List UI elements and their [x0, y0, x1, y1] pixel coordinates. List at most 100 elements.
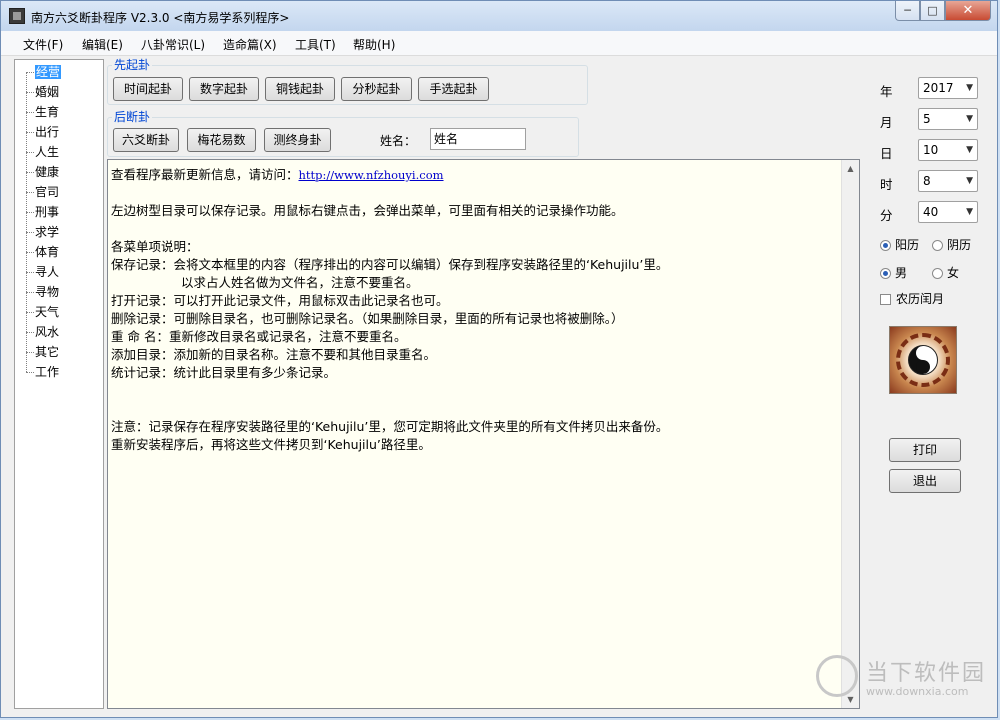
number-divination-button[interactable]: 数字起卦 [189, 77, 259, 101]
tree-item-label: 经营 [35, 65, 62, 79]
menu-bagua[interactable]: 八卦常识(L) [141, 36, 205, 53]
menu-edit[interactable]: 编辑(E) [82, 36, 123, 53]
month-label: 月 [880, 115, 893, 130]
tree-item-jiankang[interactable]: 健康 [26, 163, 59, 181]
tree-item-label: 寻人 [35, 265, 60, 279]
text-content: 查看程序最新更新信息，请访问：http://www.nfzhouyi.com 左… [111, 166, 836, 454]
watermark-url: www.downxia.com [866, 685, 969, 698]
tree-item-label: 刑事 [35, 205, 60, 219]
hour-select[interactable]: 8 ▼ [918, 170, 978, 192]
menu-tools[interactable]: 工具(T) [295, 36, 336, 53]
leap-month-label: 农历闰月 [896, 292, 945, 306]
minute-value: 40 [923, 205, 939, 219]
lunar-calendar-label: 阴历 [947, 238, 972, 252]
tree-item-xunwu[interactable]: 寻物 [26, 283, 59, 301]
text-line: 各菜单项说明： [111, 239, 199, 254]
tree-item-label: 出行 [35, 125, 60, 139]
text-line: 左边树型目录可以保存记录。用鼠标右键点击，会弹出菜单，可里面有相关的记录操作功能… [111, 203, 624, 218]
bagua-yinyang-icon [889, 326, 957, 394]
year-select[interactable]: 2017 ▼ [918, 77, 978, 99]
liuyao-interpret-button[interactable]: 六爻断卦 [113, 128, 179, 152]
tree-item-label: 求学 [35, 225, 60, 239]
tree-item-label: 婚姻 [35, 85, 60, 99]
main-window: 南方六爻断卦程序 V2.3.0 <南方易学系列程序> ─ □ ✕ 文件(F) 编… [0, 0, 998, 718]
text-line: 以求占人姓名做为文件名，注意不要重名。 [111, 274, 836, 292]
minute-label: 分 [880, 208, 893, 223]
chevron-down-icon: ▼ [966, 114, 973, 124]
tree-item-label: 健康 [35, 165, 60, 179]
text-line: 打开记录：可以打开此记录文件，用鼠标双击此记录名也可。 [111, 293, 449, 308]
text-line: 删除记录：可删除目录名，也可删除记录名。（如果删除目录，里面的所有记录也将被删除… [111, 311, 624, 326]
tree-item-rensheng[interactable]: 人生 [26, 143, 59, 161]
tree-item-qiuxue[interactable]: 求学 [26, 223, 59, 241]
text-line: 重 命 名：重新修改目录名或记录名，注意不要重名。 [111, 329, 407, 344]
menu-help[interactable]: 帮助(H) [353, 36, 395, 53]
manual-divination-button[interactable]: 手选起卦 [418, 77, 489, 101]
group-after-label: 后断卦 [112, 108, 153, 125]
close-button[interactable]: ✕ [945, 1, 991, 21]
indented-text: 以求占人姓名做为文件名，注意不要重名。 [181, 275, 419, 290]
menu-zaoming[interactable]: 造命篇(X) [223, 36, 277, 53]
tree-item-label: 天气 [35, 305, 60, 319]
tree-item-chuxing[interactable]: 出行 [26, 123, 59, 141]
tree-item-shengyu[interactable]: 生育 [26, 103, 59, 121]
tree-item-label: 寻物 [35, 285, 60, 299]
minute-second-divination-button[interactable]: 分秒起卦 [341, 77, 412, 101]
watermark-logo: 当下软件园 www.downxia.com [816, 653, 996, 713]
minute-select[interactable]: 40 ▼ [918, 201, 978, 223]
leap-month-checkbox[interactable]: 农历闰月 [880, 291, 944, 307]
tree-item-xunren[interactable]: 寻人 [26, 263, 59, 281]
day-label: 日 [880, 146, 893, 161]
day-value: 10 [923, 143, 939, 157]
chevron-down-icon: ▼ [966, 207, 973, 217]
solar-calendar-radio[interactable]: 阳历 [880, 237, 919, 253]
tree-item-label: 体育 [35, 245, 60, 259]
minimize-button[interactable]: ─ [895, 1, 920, 21]
male-radio[interactable]: 男 [880, 265, 907, 281]
chevron-down-icon: ▼ [966, 176, 973, 186]
lifetime-divination-button[interactable]: 测终身卦 [264, 128, 331, 152]
watermark-circle-icon [816, 655, 858, 697]
tree-item-xingshi[interactable]: 刑事 [26, 203, 59, 221]
tree-item-tiyu[interactable]: 体育 [26, 243, 59, 261]
male-label: 男 [895, 266, 908, 280]
website-link[interactable]: http://www.nfzhouyi.com [299, 168, 444, 182]
female-radio[interactable]: 女 [932, 265, 959, 281]
taiji-icon [908, 345, 938, 375]
scroll-up-icon[interactable]: ▲ [842, 160, 859, 177]
app-icon[interactable] [9, 8, 25, 24]
name-input[interactable]: 姓名 [430, 128, 526, 150]
lunar-calendar-radio[interactable]: 阴历 [932, 237, 971, 253]
record-tree[interactable]: 经营 婚姻 生育 出行 人生 健康 官司 刑事 求学 体育 寻人 寻物 天气 风… [14, 59, 104, 709]
tree-item-guansi[interactable]: 官司 [26, 183, 59, 201]
month-select[interactable]: 5 ▼ [918, 108, 978, 130]
radio-unselected-icon [932, 240, 943, 251]
coin-divination-button[interactable]: 铜钱起卦 [265, 77, 335, 101]
title-bar[interactable]: 南方六爻断卦程序 V2.3.0 <南方易学系列程序> ─ □ ✕ [1, 1, 997, 31]
tree-item-hunyin[interactable]: 婚姻 [26, 83, 59, 101]
tree-item-gongzuo[interactable]: 工作 [26, 363, 59, 381]
tree-item-qita[interactable]: 其它 [26, 343, 59, 361]
text-line: 统计记录：统计此目录里有多少条记录。 [111, 365, 337, 380]
print-button[interactable]: 打印 [889, 438, 961, 462]
tree-item-jingying[interactable]: 经营 [26, 63, 62, 81]
tree-item-tianqi[interactable]: 天气 [26, 303, 59, 321]
tree-item-label: 人生 [35, 145, 60, 159]
text-line: 重新安装程序后，再将这些文件拷贝到‘Kehujilu’路径里。 [111, 437, 431, 452]
radio-selected-icon [880, 268, 891, 279]
vertical-scrollbar[interactable]: ▲ ▼ [841, 160, 859, 708]
text-line: 保存记录：会将文本框里的内容（程序排出的内容可以编辑）保存到程序安装路径里的‘K… [111, 257, 669, 272]
time-divination-button[interactable]: 时间起卦 [113, 77, 183, 101]
day-select[interactable]: 10 ▼ [918, 139, 978, 161]
meihua-yishu-button[interactable]: 梅花易数 [187, 128, 256, 152]
tree-item-fengshui[interactable]: 风水 [26, 323, 59, 341]
menu-file[interactable]: 文件(F) [23, 36, 63, 53]
group-first-label: 先起卦 [112, 56, 153, 73]
result-text-area[interactable]: 查看程序最新更新信息，请访问：http://www.nfzhouyi.com 左… [107, 159, 860, 709]
exit-button[interactable]: 退出 [889, 469, 961, 493]
tree-item-label: 其它 [35, 345, 60, 359]
maximize-button[interactable]: □ [920, 1, 945, 21]
